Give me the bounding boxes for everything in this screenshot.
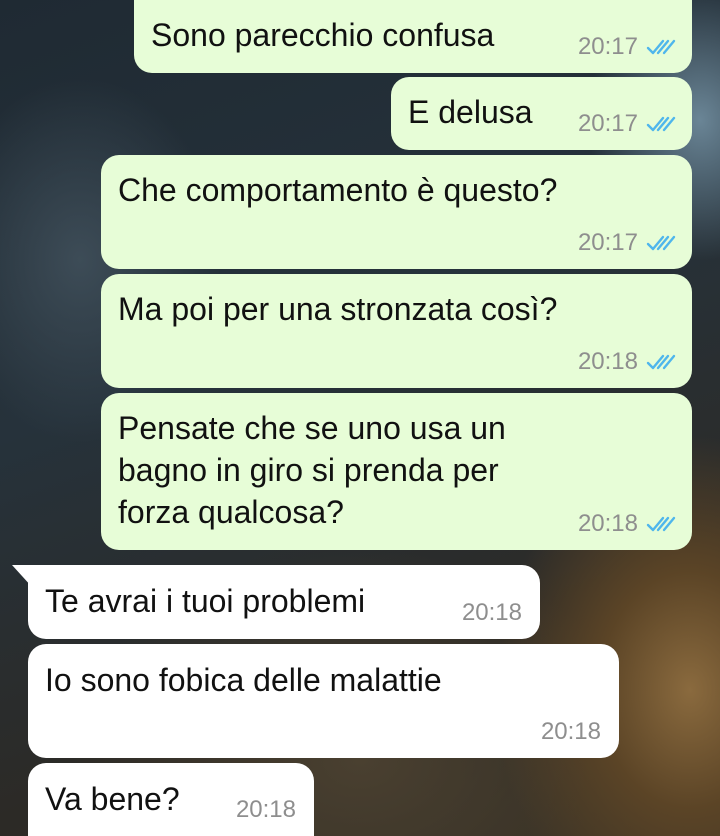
incoming-message[interactable]: Va bene? 20:18 — [28, 763, 314, 836]
message-time: 20:17 — [577, 229, 638, 256]
message-time: 20:18 — [461, 599, 522, 626]
message-time: 20:18 — [540, 718, 601, 745]
message-text: Ma poi per una stronzata così? — [118, 291, 558, 327]
double-check-icon — [646, 116, 676, 132]
message-text: Io sono fobica delle malattie — [45, 662, 442, 698]
double-check-icon — [646, 354, 676, 370]
message-text: Che comportamento è questo? — [118, 172, 558, 208]
outgoing-message[interactable]: Sono parecchio confusa 20:17 — [134, 0, 692, 73]
message-meta: 20:17 — [578, 33, 676, 61]
outgoing-message[interactable]: E delusa 20:17 — [391, 77, 692, 150]
double-check-icon — [646, 235, 676, 251]
message-text: Te avrai i tuoi problemi — [45, 583, 366, 619]
outgoing-message[interactable]: Che comportamento è questo? 20:17 — [101, 155, 692, 269]
incoming-message[interactable]: Te avrai i tuoi problemi 20:18 — [28, 565, 540, 639]
message-meta: 20:18 — [541, 718, 601, 746]
chat-conversation[interactable]: Sono parecchio confusa 20:17 E delusa 20… — [0, 0, 720, 836]
message-time: 20:17 — [577, 110, 638, 137]
message-meta: 20:18 — [578, 510, 676, 538]
message-meta: 20:18 — [578, 348, 676, 376]
outgoing-message[interactable]: Ma poi per una stronzata così? 20:18 — [101, 274, 692, 388]
message-time: 20:18 — [235, 796, 296, 823]
double-check-icon — [646, 39, 676, 55]
message-time: 20:18 — [577, 348, 638, 375]
double-check-icon — [646, 516, 676, 532]
message-time: 20:18 — [577, 510, 638, 537]
message-meta: 20:17 — [578, 229, 676, 257]
message-text: Pensate che se uno usa un bagno in giro … — [118, 410, 506, 530]
message-time: 20:17 — [577, 33, 638, 60]
incoming-message[interactable]: Io sono fobica delle malattie 20:18 — [28, 644, 619, 758]
outgoing-message[interactable]: Pensate che se uno usa un bagno in giro … — [101, 393, 692, 550]
message-meta: 20:18 — [236, 796, 296, 824]
message-meta: 20:18 — [462, 599, 522, 627]
message-meta: 20:17 — [578, 110, 676, 138]
